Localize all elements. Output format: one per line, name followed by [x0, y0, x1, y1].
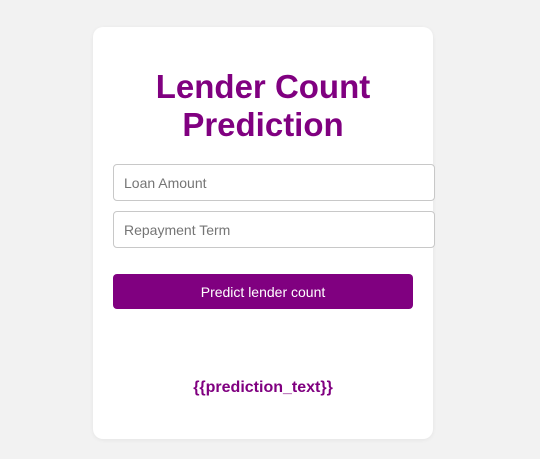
page-title: Lender Count Prediction [155, 68, 371, 143]
predict-button[interactable]: Predict lender count [113, 274, 413, 309]
loan-amount-input[interactable] [113, 164, 435, 201]
prediction-result: {{prediction_text}} [193, 379, 333, 396]
repayment-term-input[interactable] [113, 211, 435, 248]
prediction-card: Lender Count Prediction Predict lender c… [93, 27, 435, 439]
